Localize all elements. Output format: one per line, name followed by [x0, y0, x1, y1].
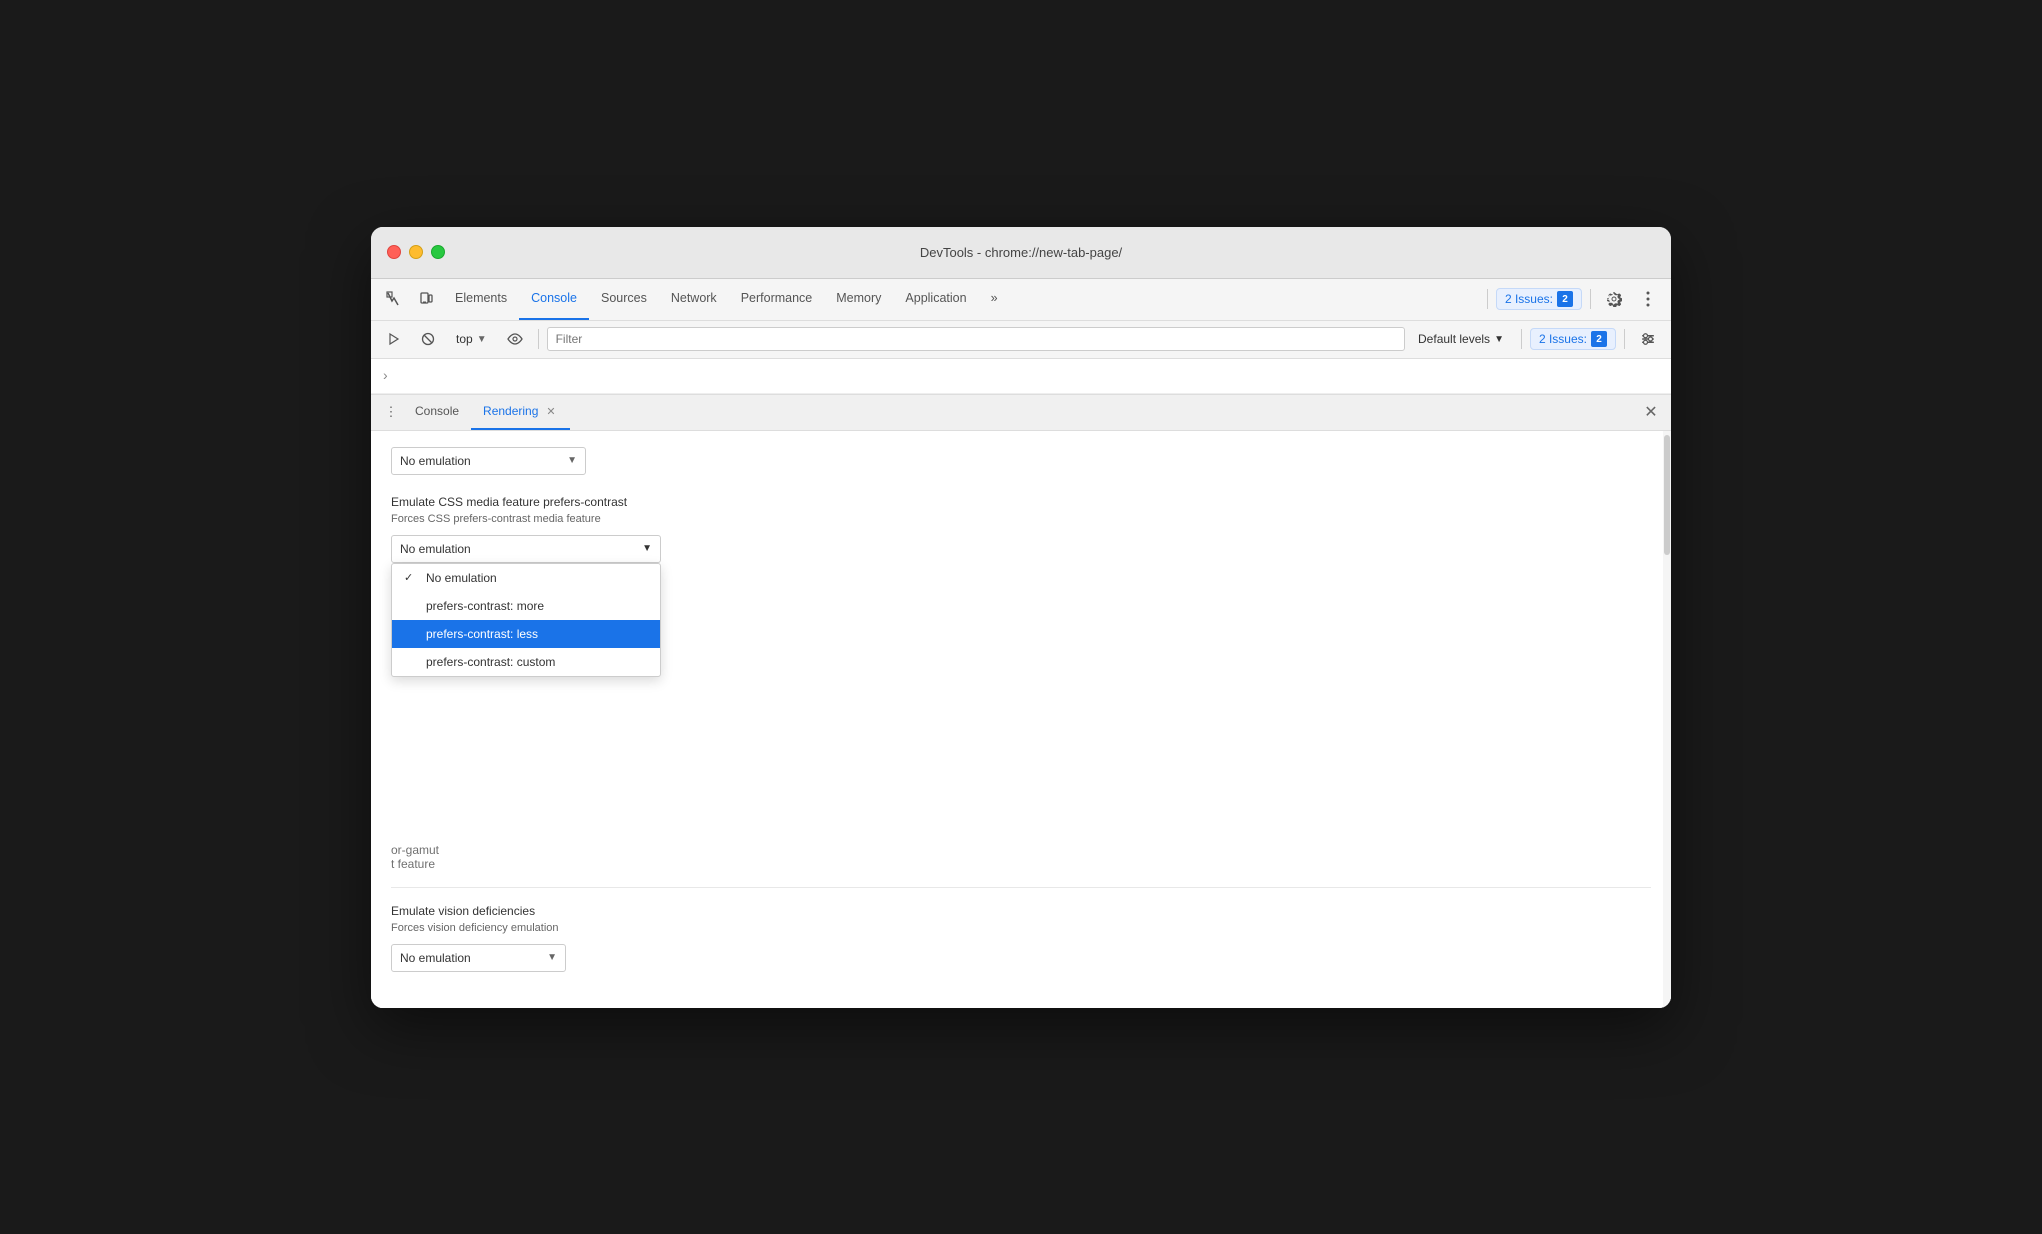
issues-badge[interactable]: 2 Issues: 2	[1496, 288, 1582, 310]
divider3	[1521, 329, 1522, 349]
top-dropdown-value: No emulation	[400, 454, 471, 468]
drawer-tab-console[interactable]: Console	[403, 395, 471, 430]
prefers-contrast-sublabel: Forces CSS prefers-contrast media featur…	[391, 513, 1651, 525]
minimize-button[interactable]	[409, 245, 423, 259]
partial-section: or-gamut t feature	[391, 843, 1651, 871]
option-label: prefers-contrast: less	[426, 627, 538, 641]
vision-dropdown-arrow-icon: ▼	[547, 952, 557, 963]
option-prefers-custom[interactable]: prefers-contrast: custom	[392, 648, 660, 676]
tab-application[interactable]: Application	[893, 279, 978, 320]
tab-console[interactable]: Console	[519, 279, 589, 320]
drawer-menu-button[interactable]: ⋮	[379, 400, 403, 424]
more-options-button[interactable]	[1633, 285, 1663, 313]
section-divider	[391, 887, 1651, 888]
vision-label: Emulate vision deficiencies	[391, 904, 1651, 918]
top-dropdown-arrow-icon: ▼	[567, 455, 577, 466]
settings-button[interactable]	[1599, 285, 1629, 313]
partial-text-1: or-gamut	[391, 843, 1651, 857]
close-rendering-tab[interactable]: ✕	[544, 404, 557, 419]
context-selector[interactable]: top ▼	[447, 328, 496, 350]
scrollbar-thumb[interactable]	[1664, 435, 1670, 555]
top-emulation-section: No emulation ▼	[391, 447, 1651, 475]
devtools-window: DevTools - chrome://new-tab-page/ Elemen…	[371, 227, 1671, 1008]
prefers-contrast-dropdown[interactable]: No emulation ▼	[391, 535, 661, 563]
vision-deficiencies-section: Emulate vision deficiencies Forces visio…	[391, 904, 1651, 972]
window-title: DevTools - chrome://new-tab-page/	[920, 245, 1122, 260]
option-prefers-less[interactable]: prefers-contrast: less	[392, 620, 660, 648]
tab-elements[interactable]: Elements	[443, 279, 519, 320]
tab-sources[interactable]: Sources	[589, 279, 659, 320]
filter-input[interactable]	[547, 327, 1405, 351]
titlebar: DevTools - chrome://new-tab-page/	[371, 227, 1671, 279]
fullscreen-button[interactable]	[431, 245, 445, 259]
bottom-panel: ⋮ Console Rendering ✕ ✕ No emulation ▼	[371, 394, 1671, 1008]
option-no-emulation[interactable]: ✓ No emulation	[392, 564, 660, 592]
context-label: top	[456, 332, 473, 346]
tab-performance[interactable]: Performance	[729, 279, 825, 320]
option-label: No emulation	[426, 571, 497, 585]
toolbar-right: 2 Issues: 2	[1483, 285, 1663, 313]
drawer-console-label: Console	[415, 404, 459, 418]
console-prompt[interactable]: ›	[383, 367, 388, 383]
context-arrow-icon: ▼	[477, 334, 487, 345]
prefers-contrast-value: No emulation	[400, 542, 471, 556]
issues-label: 2 Issues:	[1505, 292, 1553, 306]
console-toolbar: top ▼ Default levels ▼ 2 Issues: 2	[371, 321, 1671, 359]
close-drawer-button[interactable]: ✕	[1639, 400, 1663, 424]
partial-text-2: t feature	[391, 857, 1651, 871]
rendering-panel: No emulation ▼ Emulate CSS media feature…	[371, 431, 1671, 1008]
prefers-contrast-section: Emulate CSS media feature prefers-contra…	[391, 495, 1651, 563]
vision-sublabel: Forces vision deficiency emulation	[391, 922, 1651, 934]
tab-navigation: Elements Console Sources Network Perform…	[443, 279, 1481, 320]
prefers-contrast-menu: ✓ No emulation prefers-contrast: more	[391, 563, 661, 677]
check-icon: ✓	[404, 571, 418, 584]
vertical-scrollbar[interactable]	[1663, 431, 1671, 1008]
vision-dropdown[interactable]: No emulation ▼	[391, 944, 566, 972]
traffic-lights	[387, 245, 445, 259]
option-label: prefers-contrast: custom	[426, 655, 555, 669]
check-icon-empty2	[404, 628, 418, 640]
option-label: prefers-contrast: more	[426, 599, 544, 613]
close-button[interactable]	[387, 245, 401, 259]
levels-label: Default levels	[1418, 332, 1490, 346]
settings-button-2[interactable]	[1633, 325, 1663, 353]
main-toolbar: Elements Console Sources Network Perform…	[371, 279, 1671, 321]
log-levels-button[interactable]: Default levels ▼	[1409, 328, 1513, 350]
option-prefers-more[interactable]: prefers-contrast: more	[392, 592, 660, 620]
eye-button[interactable]	[500, 325, 530, 353]
toolbar-divider	[538, 329, 539, 349]
inspect-element-button[interactable]	[379, 285, 409, 313]
run-script-button[interactable]	[379, 325, 409, 353]
levels-arrow-icon: ▼	[1494, 334, 1504, 345]
check-icon-empty3	[404, 656, 418, 668]
clear-console-button[interactable]	[413, 325, 443, 353]
tab-more[interactable]: »	[979, 279, 1010, 320]
rendering-content: No emulation ▼ Emulate CSS media feature…	[371, 431, 1671, 1008]
drawer-tab-bar: ⋮ Console Rendering ✕ ✕	[371, 395, 1671, 431]
issues-label-2: 2 Issues:	[1539, 332, 1587, 346]
drawer-rendering-label: Rendering	[483, 404, 538, 418]
device-toolbar-button[interactable]	[411, 285, 441, 313]
console-output: ›	[371, 359, 1671, 394]
prefers-contrast-label: Emulate CSS media feature prefers-contra…	[391, 495, 1651, 509]
top-dropdown[interactable]: No emulation ▼	[391, 447, 586, 475]
divider4	[1624, 329, 1625, 349]
issues-icon-2: 2	[1591, 331, 1607, 347]
issues-badge-2[interactable]: 2 Issues: 2	[1530, 328, 1616, 350]
prefers-contrast-dropdown-container: No emulation ▼ ✓ No emulation	[391, 535, 661, 563]
tab-memory[interactable]: Memory	[824, 279, 893, 320]
vision-dropdown-value: No emulation	[400, 951, 471, 965]
issues-icon: 2	[1557, 291, 1573, 307]
drawer-tab-rendering[interactable]: Rendering ✕	[471, 395, 570, 430]
divider	[1487, 289, 1488, 309]
divider2	[1590, 289, 1591, 309]
rendering-content-scroll: No emulation ▼ Emulate CSS media feature…	[371, 431, 1671, 1008]
tab-network[interactable]: Network	[659, 279, 729, 320]
prefers-contrast-arrow-icon: ▼	[642, 543, 652, 554]
check-icon-empty	[404, 600, 418, 612]
